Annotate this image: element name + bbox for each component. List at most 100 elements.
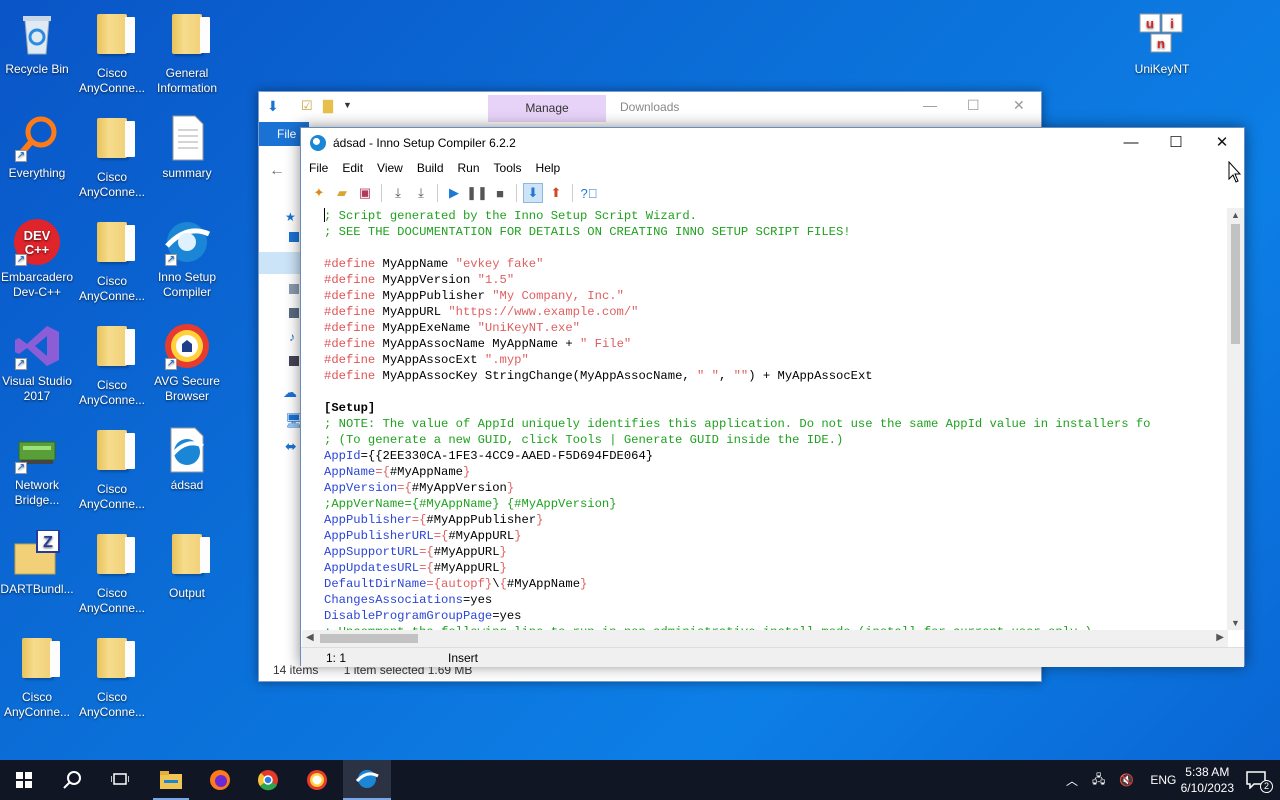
code-line[interactable]: ; NOTE: The value of AppId uniquely iden… [324,416,1228,432]
scroll-down-icon[interactable]: ▼ [1231,618,1240,628]
code-line[interactable]: ; Script generated by the Inno Setup Scr… [324,208,1228,224]
code-line[interactable] [324,240,1228,256]
explorer-titlebar[interactable]: ⬇ ☑ ▇ ▼ Manage Downloads — ☐ ✕ [259,92,1041,122]
code-line[interactable]: #define MyAppVersion "1.5" [324,272,1228,288]
downloads-nav-selected[interactable] [259,252,303,274]
language-indicator[interactable]: ENG [1150,773,1176,787]
pictures-nav-icon[interactable] [289,308,299,318]
start-button[interactable] [0,760,48,800]
desktop-icon-cisco-6[interactable]: Cisco AnyConne... [74,530,150,616]
desktop-icon-cisco-5[interactable]: Cisco AnyConne... [74,426,150,512]
desktop-icon-visual-studio[interactable]: ↗ Visual Studio 2017 [0,322,75,404]
code-line[interactable]: #define MyAppName "evkey fake" [324,256,1228,272]
desktop-icon-general-information[interactable]: General Information [149,10,225,96]
close-icon[interactable]: ✕ [1013,97,1025,114]
code-line[interactable]: AppPublisher={#MyAppPublisher} [324,512,1228,528]
desktop-icon-cisco-2[interactable]: Cisco AnyConne... [74,114,150,200]
desktop-icon-avg-browser[interactable]: ↗ AVG Secure Browser [149,322,225,404]
script-editor[interactable]: ; Script generated by the Inno Setup Scr… [302,208,1228,630]
menu-view[interactable]: View [370,158,410,178]
code-line[interactable]: #define MyAppAssocExt ".myp" [324,352,1228,368]
minimize-button[interactable]: — [1109,132,1153,154]
desktop-icon-summary[interactable]: summary [149,114,225,181]
maximize-button[interactable]: ☐ [1154,132,1198,154]
taskbar-file-explorer[interactable] [147,760,195,800]
code-line[interactable]: AppUpdatesURL={#MyAppURL} [324,560,1228,576]
desktop-icon-network-bridge[interactable]: ↗ Network Bridge... [0,426,75,508]
code-line[interactable]: #define MyAppAssocKey StringChange(MyApp… [324,368,1228,384]
code-line[interactable]: #define MyAppExeName "UniKeyNT.exe" [324,320,1228,336]
compile-button[interactable]: ⤓ [388,183,408,203]
terminate-button[interactable]: ■ [490,183,510,203]
menu-help[interactable]: Help [529,158,568,178]
task-view-button[interactable] [96,760,144,800]
horizontal-scroll-thumb[interactable] [320,634,418,643]
network-status-icon[interactable]: 🖧 [1092,770,1105,791]
stop-compile-button[interactable]: ⤓ [411,183,431,203]
network-icon[interactable]: ⬌ [285,438,297,455]
taskbar-avg-browser[interactable] [293,760,341,800]
help-button[interactable]: ?⃝ [579,183,599,203]
vertical-scroll-thumb[interactable] [1231,224,1240,344]
new-file-button[interactable]: ✦ [309,183,329,203]
clock[interactable]: 5:38 AM 6/10/2023 [1181,764,1234,796]
show-hidden-icons-icon[interactable]: ︿ [1066,772,1078,789]
menu-file[interactable]: File [301,158,335,178]
desktop-icon-everything[interactable]: ↗ Everything [0,114,75,181]
new-folder-icon[interactable]: ▇ [323,98,333,114]
code-line[interactable]: #define MyAppURL "https://www.example.co… [324,304,1228,320]
close-button[interactable]: ✕ [1200,132,1244,154]
code-line[interactable]: DisableProgramGroupPage=yes [324,608,1228,624]
menu-edit[interactable]: Edit [335,158,370,178]
code-line[interactable]: AppVersion={#MyAppVersion} [324,480,1228,496]
open-button[interactable]: ▰ [332,183,352,203]
search-button[interactable] [48,760,96,800]
quick-access-dropdown-icon[interactable]: ▼ [343,100,352,110]
code-line[interactable]: #define MyAppAssocName MyAppName + " Fil… [324,336,1228,352]
code-line[interactable]: AppPublisherURL={#MyAppURL} [324,528,1228,544]
navigation-pane[interactable]: ← ★ ♪ ☁ 🖥 ⬌ [259,146,303,666]
pause-button[interactable]: ❚❚ [466,183,488,203]
desktop-icon-output[interactable]: Output [149,530,225,601]
menu-tools[interactable]: Tools [487,158,529,178]
minimize-icon[interactable]: — [923,97,937,113]
code-line[interactable]: #define MyAppPublisher "My Company, Inc.… [324,288,1228,304]
desktop-icon-cisco-4[interactable]: Cisco AnyConne... [74,322,150,408]
desktop-icon-cisco-3[interactable]: Cisco AnyConne... [74,218,150,304]
videos-nav-icon[interactable] [289,356,299,366]
taskbar-inno-setup[interactable] [343,760,391,800]
code-line[interactable]: AppId={{2EE330CA-1FE3-4CC9-AAED-F5D694FD… [324,448,1228,464]
code-line[interactable]: AppSupportURL={#MyAppURL} [324,544,1228,560]
desktop-nav-icon[interactable] [289,232,299,242]
run-button[interactable]: ▶ [444,183,464,203]
taskbar-firefox[interactable] [196,760,244,800]
music-nav-icon[interactable]: ♪ [289,330,295,344]
notification-center-button[interactable]: 2 [1232,760,1280,800]
scroll-right-icon[interactable]: ▶ [1216,632,1224,643]
quick-access-star-icon[interactable]: ★ [285,210,296,224]
documents-nav-icon[interactable] [289,284,299,294]
vertical-scrollbar[interactable]: ▲ ▼ [1227,208,1244,630]
properties-icon[interactable]: ☑ [301,98,313,114]
code-line[interactable]: ; (To generate a new GUID, click Tools |… [324,432,1228,448]
inno-titlebar[interactable]: ádsad - Inno Setup Compiler 6.2.2 — ☐ ✕ [301,128,1244,158]
menu-build[interactable]: Build [410,158,451,178]
volume-muted-icon[interactable]: 🔇 [1119,773,1134,787]
inno-setup-window[interactable]: ádsad - Inno Setup Compiler 6.2.2 — ☐ ✕ … [300,127,1245,667]
save-button[interactable]: ▣ [355,183,375,203]
code-line[interactable]: ;AppVerName={#MyAppName} {#MyAppVersion} [324,496,1228,512]
scroll-left-icon[interactable]: ◀ [306,632,314,643]
desktop-icon-recycle-bin[interactable]: Recycle Bin [0,10,75,77]
code-line[interactable]: DefaultDirName={autopf}\{#MyAppName} [324,576,1228,592]
code-line[interactable]: AppName={#MyAppName} [324,464,1228,480]
target-setup-button[interactable]: ⬇ [523,183,543,203]
desktop-icon-unikeynt[interactable]: uin UniKeyNT [1124,10,1200,77]
menu-run[interactable]: Run [451,158,487,178]
down-arrow-icon[interactable]: ⬇ [267,98,279,115]
scroll-up-icon[interactable]: ▲ [1231,210,1240,220]
code-line[interactable]: [Setup] [324,400,1228,416]
desktop-icon-cisco-7[interactable]: Cisco AnyConne... [0,634,75,720]
desktop-icon-dartbundle[interactable]: Z DARTBundl... [0,529,75,597]
back-arrow-icon[interactable]: ← [269,162,285,180]
tab-manage[interactable]: Manage [488,95,606,122]
